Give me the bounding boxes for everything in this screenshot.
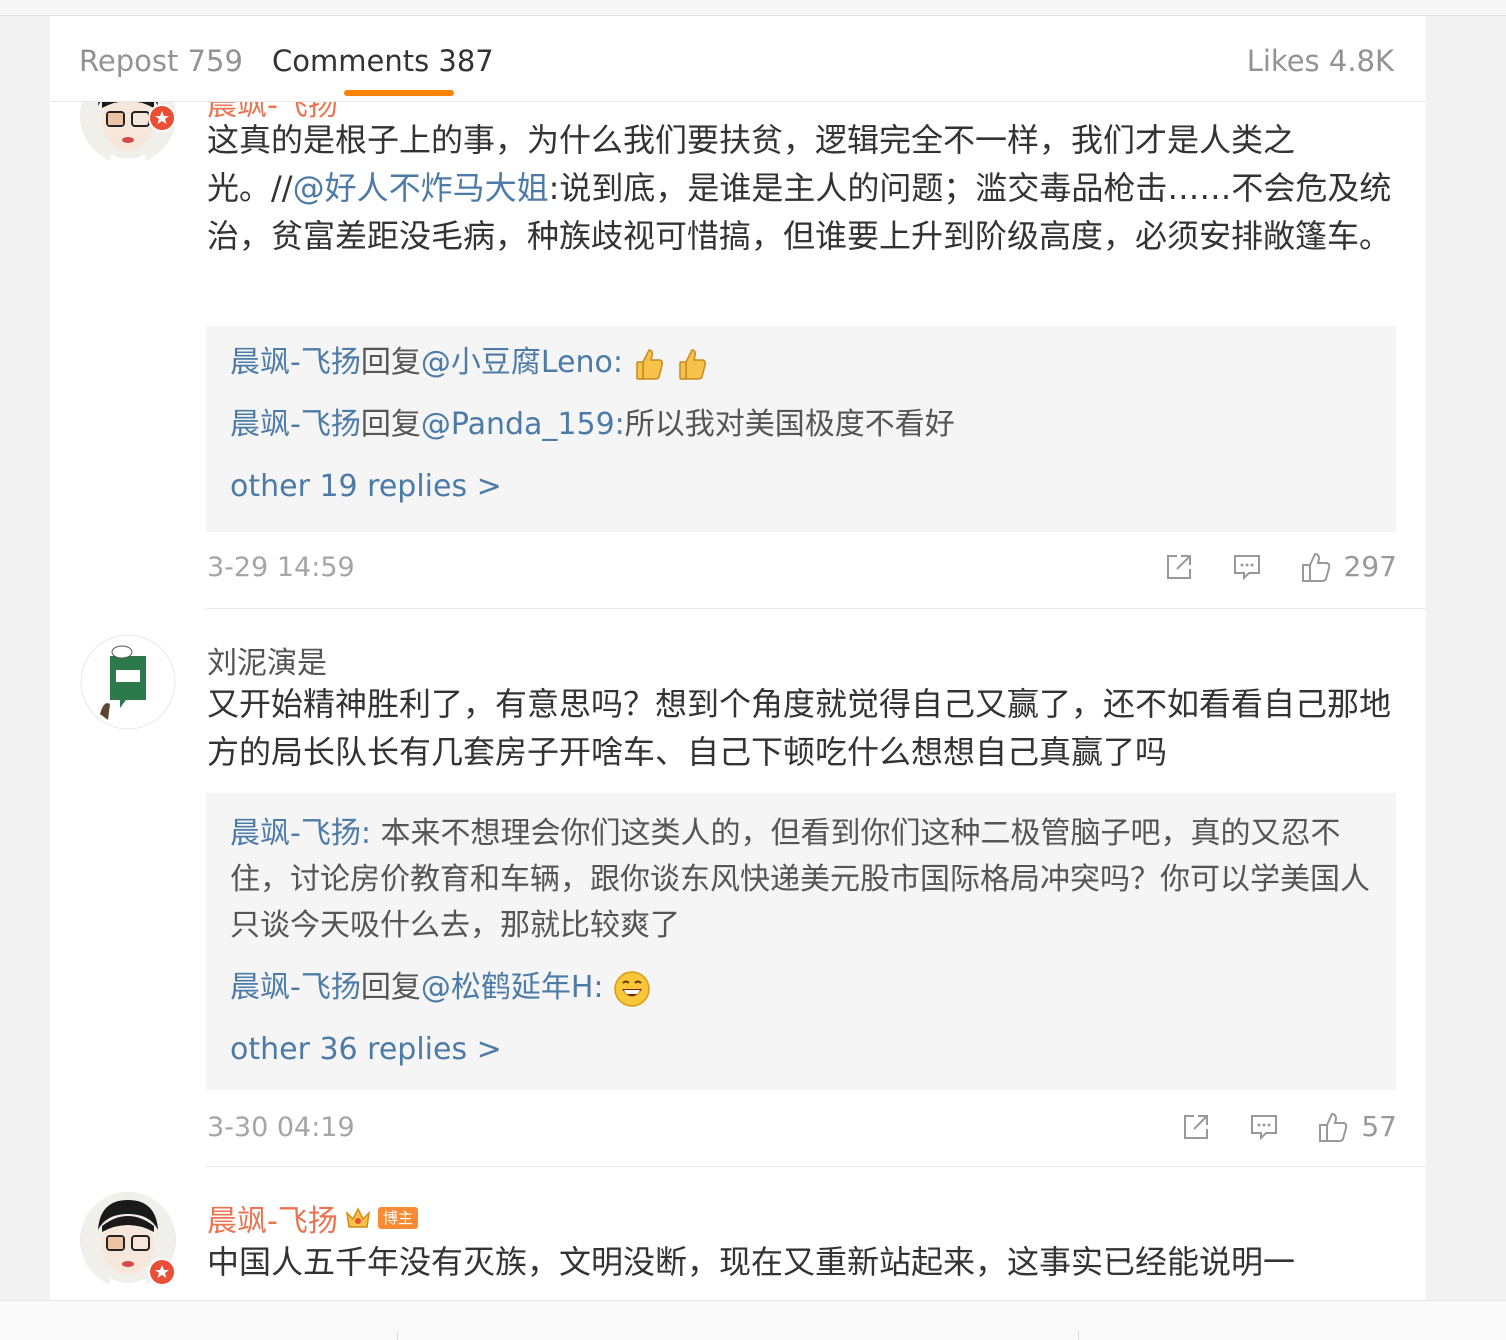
- comment-time: 3-29 14:59: [207, 552, 355, 583]
- reply-text: 本来不想理会你们这类人的，但看到你们这种二极管脑子吧，真的又忍不住，讨论房价教育…: [230, 816, 1370, 943]
- more-replies-link[interactable]: other 36 replies >: [230, 1027, 1372, 1073]
- reply-box: 晨飒-飞扬回复@小豆腐Leno: 晨飒-飞扬回复@Panda_159:所以我对美…: [206, 326, 1396, 532]
- reply-target[interactable]: @松鹤延年H:: [421, 970, 604, 1005]
- avatar[interactable]: [80, 1192, 176, 1288]
- author-name[interactable]: 晨飒-飞扬: [207, 1196, 338, 1240]
- top-bar: [0, 0, 1506, 16]
- reply-author[interactable]: 晨飒-飞扬: [230, 407, 361, 442]
- bottom-bar-separator: [1078, 1331, 1079, 1340]
- reply-box: 晨飒-飞扬: 本来不想理会你们这类人的，但看到你们这种二极管脑子吧，真的又忍不住…: [206, 793, 1396, 1090]
- thumbs-up-icon: [1319, 1112, 1348, 1142]
- reply-target[interactable]: @小豆腐Leno:: [421, 345, 623, 380]
- tab-likes[interactable]: Likes 4.8K: [1247, 44, 1394, 78]
- comment-meta: 3-30 04:19 57: [207, 1110, 1397, 1150]
- laugh-icon: [614, 970, 650, 1007]
- tab-bar: Repost 759 Comments 387 Likes 4.8K: [50, 16, 1426, 102]
- avatar[interactable]: [80, 634, 176, 730]
- like-button[interactable]: 297: [1300, 550, 1397, 583]
- comment-button[interactable]: [1232, 552, 1262, 582]
- crown-icon: [345, 1207, 370, 1228]
- share-icon: [1166, 554, 1191, 579]
- bottom-bar-separator: [397, 1331, 398, 1340]
- share-icon: [1184, 1114, 1209, 1139]
- reply-author[interactable]: 晨飒-飞扬: [230, 970, 361, 1005]
- comment-author[interactable]: 刘泥演是: [207, 638, 327, 682]
- comment-actions: 57: [1181, 1110, 1397, 1143]
- reply-verb: 回复: [360, 407, 421, 442]
- reply-line[interactable]: 晨飒-飞扬回复@小豆腐Leno:: [230, 340, 1372, 386]
- reply-author[interactable]: 晨飒-飞扬: [230, 345, 361, 380]
- comment-text: 这真的是根子上的事，为什么我们要扶贫，逻辑完全不一样，我们才是人类之光。//@好…: [207, 116, 1397, 260]
- like-count: 57: [1361, 1110, 1397, 1143]
- divider: [206, 1166, 1426, 1167]
- comment-author[interactable]: 晨飒-飞扬 博主: [207, 1196, 418, 1240]
- comments-card: Repost 759 Comments 387 Likes 4.8K 晨飒-飞扬…: [50, 16, 1426, 1300]
- share-button[interactable]: [1164, 552, 1194, 582]
- comment-time: 3-30 04:19: [207, 1112, 355, 1143]
- reply-line[interactable]: 晨飒-飞扬: 本来不想理会你们这类人的，但看到你们这种二极管脑子吧，真的又忍不住…: [230, 811, 1372, 949]
- mention-link[interactable]: @好人不炸马大姐: [293, 169, 549, 207]
- reply-text: 所以我对美国极度不看好: [624, 407, 955, 442]
- comment-icon: [1233, 554, 1260, 580]
- divider: [206, 608, 1426, 609]
- comment-actions: 297: [1164, 550, 1397, 583]
- comment-icon: [1251, 1114, 1278, 1140]
- reply-line[interactable]: 晨飒-飞扬回复@Panda_159:所以我对美国极度不看好: [230, 402, 1372, 448]
- more-replies-link[interactable]: other 19 replies >: [230, 464, 1372, 510]
- tab-repost[interactable]: Repost 759: [79, 44, 243, 78]
- like-button[interactable]: 57: [1317, 1110, 1397, 1143]
- reply-verb: 回复: [360, 970, 421, 1005]
- blogger-badge: 博主: [377, 1207, 418, 1229]
- thumbs-up-icon: [679, 348, 707, 380]
- tab-comments[interactable]: Comments 387: [272, 44, 494, 78]
- reply-line[interactable]: 晨飒-飞扬回复@松鹤延年H:: [230, 965, 1372, 1011]
- reply-target[interactable]: @Panda_159:: [421, 407, 625, 442]
- comment-meta: 3-29 14:59 297: [207, 550, 1397, 590]
- share-button[interactable]: [1181, 1112, 1211, 1142]
- verified-badge-icon: [148, 1258, 176, 1286]
- reply-verb: 回复: [360, 345, 421, 380]
- bottom-bar: [0, 1300, 1506, 1340]
- author-name[interactable]: 刘泥演是: [207, 638, 327, 682]
- reply-author[interactable]: 晨飒-飞扬:: [230, 816, 371, 851]
- active-tab-indicator: [344, 90, 454, 96]
- comment-text: 又开始精神胜利了，有意思吗？想到个角度就觉得自己又赢了，还不如看看自己那地方的局…: [207, 685, 1392, 771]
- verified-badge-icon: [148, 104, 176, 132]
- thumbs-up-icon: [1301, 552, 1330, 582]
- thumbs-up-icon: [635, 348, 663, 380]
- like-count: 297: [1343, 550, 1397, 583]
- comment-button[interactable]: [1249, 1112, 1279, 1142]
- comment-text: 中国人五千年没有灭族，文明没断，现在又重新站起来，这事实已经能说明一: [207, 1243, 1296, 1281]
